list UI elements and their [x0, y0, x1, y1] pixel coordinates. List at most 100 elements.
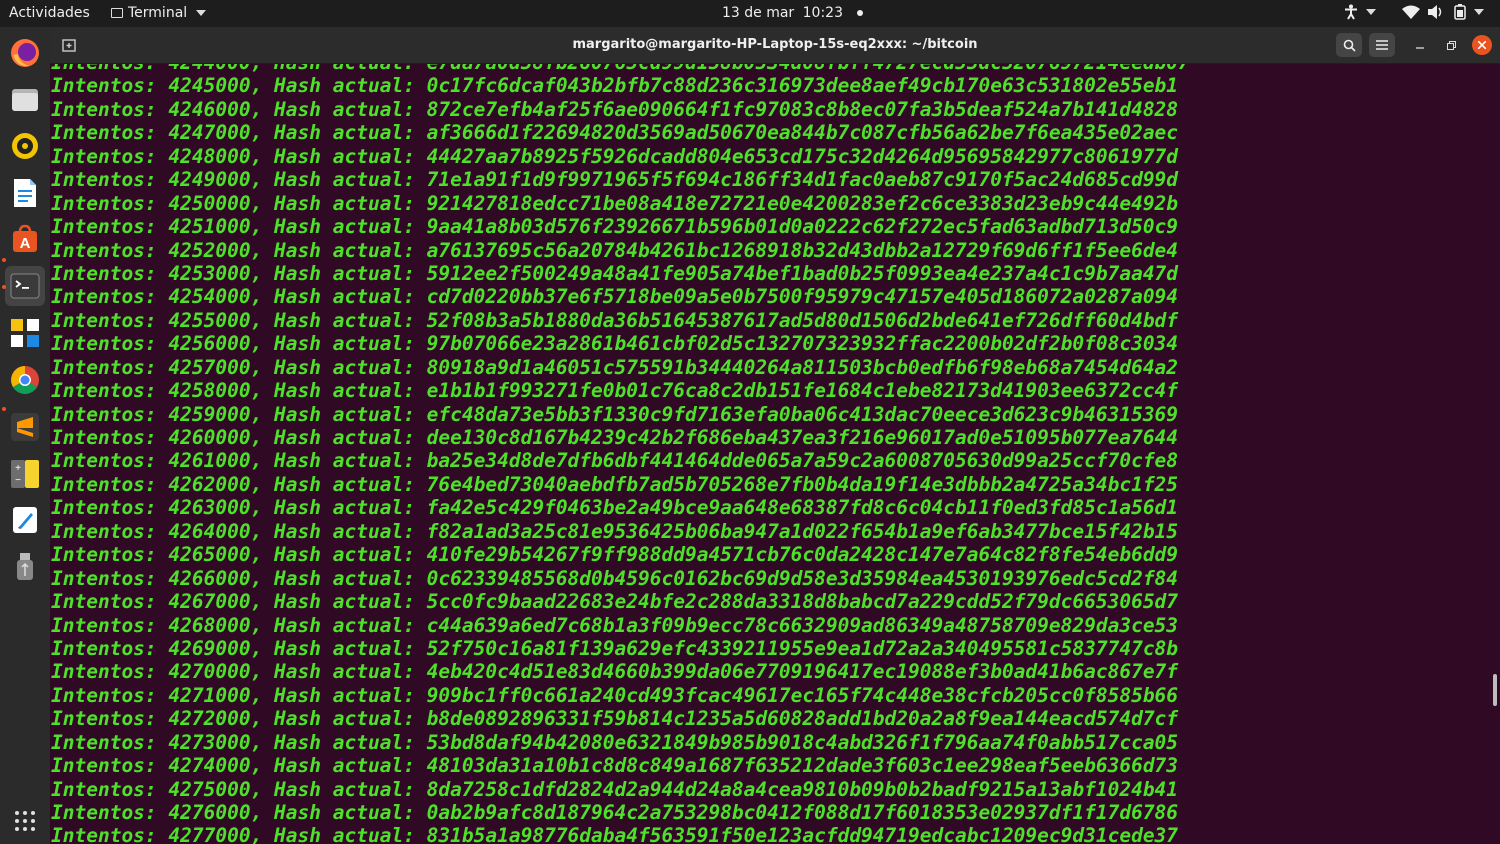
terminal-line: Intentos: 4264000, Hash actual: f82a1ad3…: [51, 519, 1179, 543]
terminal-small-icon: [111, 8, 123, 18]
dock-item-rhythmbox[interactable]: [5, 126, 45, 166]
chevron-down-icon: [1474, 9, 1484, 15]
terminal-line: Intentos: 4249000, Hash actual: 71e1a91f…: [51, 168, 1179, 192]
blocks-app-icon: [11, 319, 39, 347]
dock-item-chrome[interactable]: [5, 360, 45, 400]
clock-time: 10:23: [802, 5, 843, 21]
window-title: margarito@margarito-HP-Laptop-15s-eq2xxx…: [572, 37, 978, 52]
terminal-line: Intentos: 4276000, Hash actual: 0ab2b9af…: [51, 801, 1179, 824]
show-applications-button[interactable]: [5, 801, 45, 841]
running-indicator-icon: [2, 258, 6, 262]
svg-text:−: −: [15, 475, 21, 486]
terminal-line: Intentos: 4248000, Hash actual: 44427aa7…: [51, 144, 1179, 168]
terminal-line: Intentos: 4251000, Hash actual: 9aa41a8b…: [51, 215, 1179, 239]
accessibility-icon: [1345, 4, 1357, 20]
terminal-line: Intentos: 4245000, Hash actual: 0c17fc6d…: [51, 74, 1179, 98]
dock-item-files[interactable]: [5, 79, 45, 119]
terminal-line: Intentos: 4258000, Hash actual: e1b1b1f9…: [51, 379, 1179, 403]
terminal-line: Intentos: 4270000, Hash actual: 4eb420c4…: [51, 660, 1179, 684]
text-editor-icon: [13, 507, 37, 533]
svg-text:A: A: [20, 235, 31, 252]
search-button[interactable]: [1336, 33, 1362, 57]
restore-icon: [1446, 40, 1456, 50]
terminal-line: Intentos: 4266000, Hash actual: 0c623394…: [51, 566, 1179, 590]
rhythmbox-icon: [12, 133, 38, 159]
dock-item-text-editor[interactable]: [5, 500, 45, 540]
firefox-icon: [11, 39, 39, 67]
notification-dot-icon: [857, 10, 864, 16]
dock-item-firefox[interactable]: [5, 33, 45, 73]
terminal-titlebar[interactable]: margarito@margarito-HP-Laptop-15s-eq2xxx…: [50, 27, 1500, 64]
dock-item-usb-drive[interactable]: [5, 547, 45, 587]
dock-item-sublime[interactable]: [5, 407, 45, 447]
menu-button[interactable]: [1369, 33, 1395, 57]
dock-item-blocks-app[interactable]: [5, 313, 45, 353]
terminal-line: Intentos: 4275000, Hash actual: 8da7258c…: [51, 777, 1179, 801]
terminal-line: Intentos: 4255000, Hash actual: 52f08b3a…: [51, 308, 1179, 332]
terminal-icon: [10, 273, 40, 299]
terminal-line: Intentos: 4253000, Hash actual: 5912ee2f…: [51, 261, 1179, 285]
usb-drive-icon: [17, 553, 33, 580]
accessibility-menu[interactable]: [1344, 4, 1376, 20]
wifi-icon: [1402, 5, 1420, 19]
terminal-line: Intentos: 4268000, Hash actual: c44a639a…: [51, 613, 1179, 637]
scrollbar-thumb[interactable]: [1493, 674, 1497, 706]
search-icon: [1343, 39, 1356, 52]
terminal-line: Intentos: 4257000, Hash actual: 80918a9d…: [51, 355, 1179, 379]
software-icon: A: [13, 224, 37, 252]
writer-icon: [14, 179, 36, 207]
minimize-icon: [1416, 47, 1424, 49]
terminal-line: Intentos: 4244000, Hash actual: e7da7a0d…: [51, 64, 1190, 74]
clock-date: 13 de mar: [722, 5, 795, 21]
terminal-line: Intentos: 4273000, Hash actual: 53bd8daf…: [51, 730, 1179, 754]
files-icon: [12, 89, 38, 111]
terminal-line: Intentos: 4272000, Hash actual: b8de0892…: [51, 707, 1179, 731]
top-bar: Actividades Terminal 13 de mar 10:23: [0, 0, 1500, 27]
terminal-line: Intentos: 4265000, Hash actual: 410fe29b…: [51, 543, 1179, 567]
terminal-output[interactable]: Intentos: 4244000, Hash actual: e7da7a0d…: [50, 64, 1500, 844]
volume-icon: [1428, 5, 1442, 19]
terminal-line: Intentos: 4256000, Hash actual: 97b07066…: [51, 332, 1179, 356]
close-button[interactable]: [1472, 35, 1492, 55]
running-indicator-icon: [2, 285, 6, 289]
terminal-line: Intentos: 4271000, Hash actual: 909bc1ff…: [51, 683, 1179, 707]
dock: A + −: [0, 27, 50, 844]
calculator-icon: +−: [11, 460, 39, 488]
chrome-icon: [11, 366, 39, 394]
terminal-line: Intentos: 4250000, Hash actual: 92142781…: [51, 191, 1179, 215]
dock-item-software[interactable]: A: [5, 219, 45, 259]
maximize-button[interactable]: [1441, 35, 1461, 55]
app-menu-label: Terminal: [128, 5, 188, 21]
terminal-line: Intentos: 4254000, Hash actual: cd7d0220…: [51, 285, 1179, 309]
close-icon: [1478, 41, 1486, 49]
dock-item-terminal[interactable]: [5, 266, 45, 306]
sublime-icon: [11, 413, 39, 441]
dock-item-calculator[interactable]: + −: [5, 454, 45, 494]
new-tab-icon: [62, 39, 76, 52]
terminal-line: Intentos: 4261000, Hash actual: ba25e34d…: [51, 449, 1179, 473]
battery-icon: [1454, 4, 1466, 20]
terminal-line: Intentos: 4274000, Hash actual: 48103da3…: [51, 754, 1179, 778]
terminal-line: Intentos: 4259000, Hash actual: efc48da7…: [51, 402, 1179, 426]
terminal-line: Intentos: 4260000, Hash actual: dee130c8…: [51, 426, 1179, 449]
activities-button[interactable]: Actividades: [9, 5, 90, 21]
new-tab-button[interactable]: [58, 34, 80, 56]
terminal-lines: Intentos: 4244000, Hash actual: e7da7a0d…: [51, 64, 1190, 844]
terminal-line: Intentos: 4267000, Hash actual: 5cc0fc9b…: [51, 590, 1179, 614]
terminal-line: Intentos: 4246000, Hash actual: 872ce7ef…: [51, 97, 1179, 121]
chevron-down-icon: [196, 10, 207, 16]
terminal-line: Intentos: 4262000, Hash actual: 76e4bed7…: [51, 472, 1179, 496]
dock-item-writer[interactable]: [5, 173, 45, 213]
hamburger-menu-icon: [1376, 40, 1388, 50]
chevron-down-icon: [1366, 9, 1376, 15]
terminal-line: Intentos: 4252000, Hash actual: a7613769…: [51, 238, 1179, 262]
minimize-button[interactable]: [1410, 35, 1430, 55]
terminal-line: Intentos: 4263000, Hash actual: fa42e5c4…: [51, 496, 1179, 520]
clock[interactable]: 13 de mar 10:23: [722, 5, 864, 21]
system-menu[interactable]: [1402, 4, 1484, 20]
terminal-line: Intentos: 4277000, Hash actual: 831b5a1a…: [51, 824, 1179, 844]
show-applications-icon: [15, 811, 35, 831]
app-menu[interactable]: Terminal: [111, 5, 207, 21]
terminal-line: Intentos: 4247000, Hash actual: af3666d1…: [51, 121, 1179, 145]
svg-text:+: +: [15, 463, 21, 474]
